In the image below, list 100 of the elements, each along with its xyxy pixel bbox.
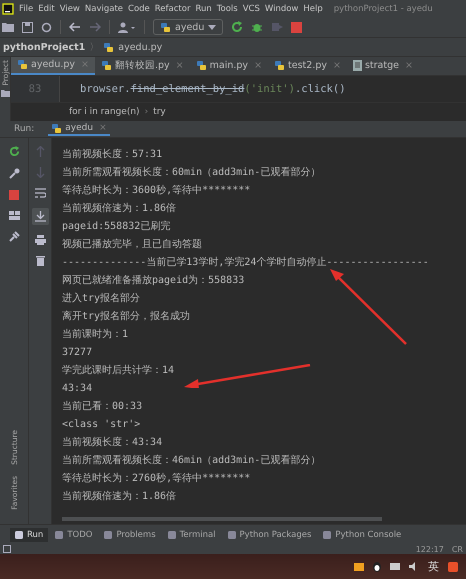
- console-line: <class 'str'>: [62, 419, 140, 430]
- console-line: --------------当前已学13学时,学完24个学时自动停止-----------------: [62, 257, 429, 268]
- tool-window-icon: [15, 530, 23, 538]
- app-tray-icon[interactable]: [448, 562, 458, 572]
- python-file-icon: [100, 60, 112, 72]
- run-panel-label: Run:: [14, 124, 34, 134]
- python-file-icon: [103, 42, 114, 52]
- breadcrumb-separator: 〉: [89, 40, 100, 54]
- bug-icon[interactable]: [251, 21, 264, 33]
- breadcrumb-project[interactable]: pythonProject1: [3, 42, 86, 52]
- menu-item[interactable]: File: [19, 4, 34, 14]
- console-line: 当前视频长度：57:31: [62, 149, 162, 160]
- console-line: 当前已看：00:33: [62, 401, 142, 412]
- tool-window-tab[interactable]: Run: [10, 528, 48, 542]
- user-dropdown-icon[interactable]: [118, 22, 136, 32]
- code-path-separator: ›: [144, 107, 148, 118]
- code-path-item[interactable]: try: [153, 107, 166, 118]
- panel-toggle-icon[interactable]: [3, 545, 11, 553]
- code-path-item[interactable]: for i in range(n): [69, 107, 140, 118]
- console-line: 37277: [62, 347, 92, 358]
- tool-window-icon: [104, 530, 112, 538]
- menu-item[interactable]: Run: [195, 4, 212, 14]
- console-line: 离开try报名部分，报名成功: [62, 311, 190, 322]
- folder-icon[interactable]: [2, 22, 14, 32]
- scroll-to-end-button[interactable]: [32, 208, 48, 225]
- tab-label: test2.py: [288, 60, 327, 72]
- save-icon[interactable]: [22, 22, 33, 32]
- tab-label: ayedu: [65, 123, 94, 133]
- console-line: 当前视频倍速为：1.86倍: [62, 491, 176, 502]
- trash-icon[interactable]: [36, 255, 44, 266]
- cursor-position[interactable]: 122:17: [416, 544, 444, 554]
- run-configuration-dropdown[interactable]: ayedu: [153, 19, 224, 35]
- console-line: 学完此课时后共计学：14: [62, 365, 174, 376]
- editor-tab[interactable]: main.py ×: [190, 57, 268, 75]
- tool-window-icon: [55, 530, 64, 538]
- stop-icon[interactable]: [291, 22, 302, 32]
- line-separator[interactable]: CR: [452, 544, 463, 554]
- editor-tab[interactable]: ayedu.py ×: [11, 57, 95, 75]
- rerun-icon[interactable]: [231, 21, 244, 33]
- tool-window-tab[interactable]: Python Packages: [222, 528, 316, 542]
- tool-window-icon: [323, 530, 332, 538]
- text-file-icon: [352, 60, 362, 72]
- tab-label: ayedu.py: [31, 59, 76, 70]
- console-line: 等待总时长为：2760秒,等待中********: [62, 473, 250, 484]
- penguin-icon[interactable]: [373, 562, 381, 572]
- python-icon: [51, 122, 62, 134]
- python-file-icon: [196, 60, 207, 72]
- menu-item[interactable]: Tools: [216, 4, 238, 14]
- menu-item[interactable]: View: [60, 4, 80, 14]
- wrench-icon[interactable]: [8, 168, 20, 179]
- console-line: 43:34: [62, 383, 92, 394]
- folder-icon[interactable]: [0, 90, 10, 97]
- console-line: 等待总时长为：3600秒,等待中********: [62, 185, 250, 196]
- tray-folder-icon[interactable]: [354, 562, 364, 570]
- console-line: 网页已就绪准备播放pageid为：558833: [62, 275, 244, 286]
- editor-tab[interactable]: 翻转校园.py ×: [94, 57, 190, 75]
- input-method-indicator[interactable]: 英: [428, 559, 439, 574]
- soft-wrap-icon[interactable]: [34, 188, 46, 198]
- console-line: 当前视频倍速为：1.86倍: [62, 203, 176, 214]
- print-icon[interactable]: [34, 235, 46, 245]
- pin-icon[interactable]: [8, 231, 20, 242]
- console-tab[interactable]: ayedu ×: [48, 122, 110, 136]
- tool-window-icon: [228, 530, 236, 538]
- console-line: 当前视频长度：43:34: [62, 437, 162, 448]
- code-line: browser.find_element_by_id('init').click(): [80, 83, 346, 95]
- menu-item[interactable]: Window: [264, 4, 298, 14]
- back-arrow-icon[interactable]: [69, 22, 81, 32]
- tool-window-tab[interactable]: Python Console: [318, 528, 406, 542]
- network-icon[interactable]: [390, 562, 400, 570]
- sync-icon[interactable]: [41, 22, 52, 32]
- menu-item[interactable]: Refactor: [154, 4, 190, 14]
- menu-item[interactable]: Help: [303, 4, 323, 14]
- python-file-icon: [274, 60, 286, 72]
- horizontal-scrollbar[interactable]: [62, 517, 382, 521]
- console-line: pageid:558832已刷完: [62, 221, 170, 232]
- tool-window-icon: [168, 530, 176, 538]
- app-logo-icon: [2, 2, 14, 14]
- editor-tab[interactable]: stratge ×: [346, 57, 419, 75]
- console-line: 视频已播放完毕，且已自动答题: [62, 239, 202, 250]
- caret-icon: [208, 24, 216, 30]
- editor-tab[interactable]: test2.py ×: [268, 57, 347, 75]
- console-line: 当前所需观看视频长度：46min（add3min-已观看部分）: [62, 455, 320, 466]
- rerun-icon[interactable]: [8, 146, 20, 157]
- tab-label: main.py: [210, 60, 248, 72]
- console-line: 进入try报名部分: [62, 293, 140, 304]
- python-file-icon: [17, 59, 28, 70]
- menu-item[interactable]: VCS: [242, 4, 260, 14]
- breadcrumb-file[interactable]: ayedu.py: [118, 42, 162, 52]
- window-title: pythonProject1 - ayedu: [334, 4, 433, 14]
- menu-item[interactable]: Edit: [38, 4, 55, 14]
- tab-label: 翻转校园.py: [114, 59, 170, 72]
- layout-icon[interactable]: [8, 211, 20, 220]
- tool-window-tab[interactable]: TODO: [50, 528, 98, 542]
- python-icon: [160, 22, 171, 32]
- tab-label: stratge: [364, 60, 399, 72]
- menu-item[interactable]: Code: [128, 4, 150, 14]
- menu-item[interactable]: Navigate: [84, 4, 124, 14]
- console-line: 当前课时为：1: [62, 329, 128, 340]
- tool-window-tab[interactable]: Problems: [99, 528, 161, 542]
- tool-window-tab[interactable]: Terminal: [162, 528, 221, 542]
